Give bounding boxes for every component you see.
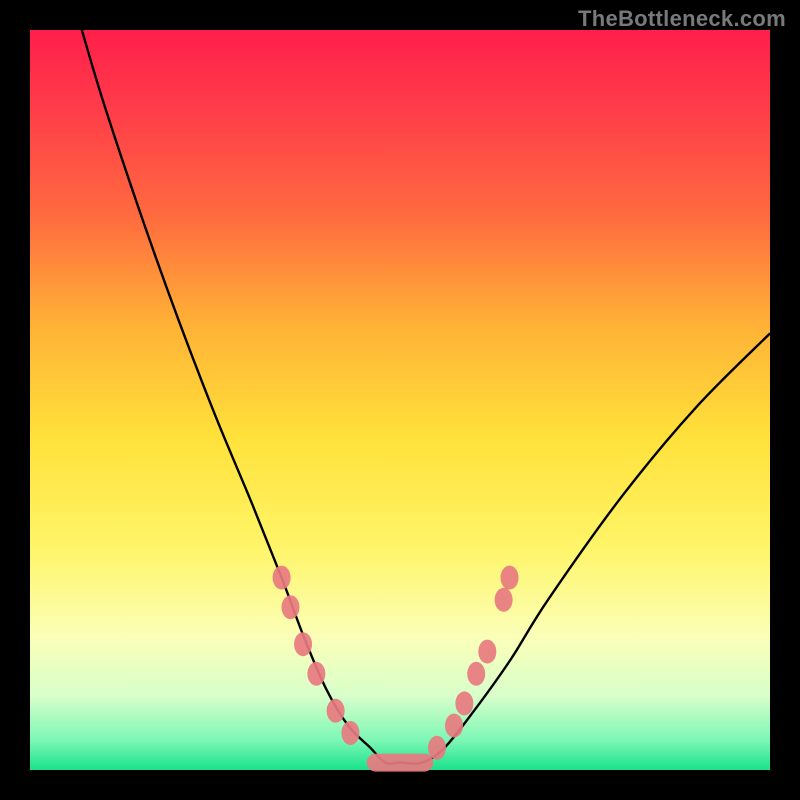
markers-left-group <box>273 566 360 745</box>
flat-segment-marker <box>367 754 434 772</box>
data-marker <box>467 662 485 686</box>
data-marker <box>307 662 325 686</box>
data-marker <box>327 699 345 723</box>
chart-frame: TheBottleneck.com <box>0 0 800 800</box>
chart-svg <box>30 30 770 770</box>
plot-area <box>30 30 770 770</box>
data-marker <box>495 588 513 612</box>
data-marker <box>281 595 299 619</box>
data-marker <box>501 566 519 590</box>
data-marker <box>478 640 496 664</box>
data-marker <box>273 566 291 590</box>
data-marker <box>341 721 359 745</box>
data-marker <box>455 691 473 715</box>
data-marker <box>428 736 446 760</box>
bottleneck-curve <box>82 30 770 764</box>
data-marker <box>445 714 463 738</box>
markers-right-group <box>428 566 519 760</box>
data-marker <box>294 632 312 656</box>
watermark-text: TheBottleneck.com <box>578 6 786 32</box>
